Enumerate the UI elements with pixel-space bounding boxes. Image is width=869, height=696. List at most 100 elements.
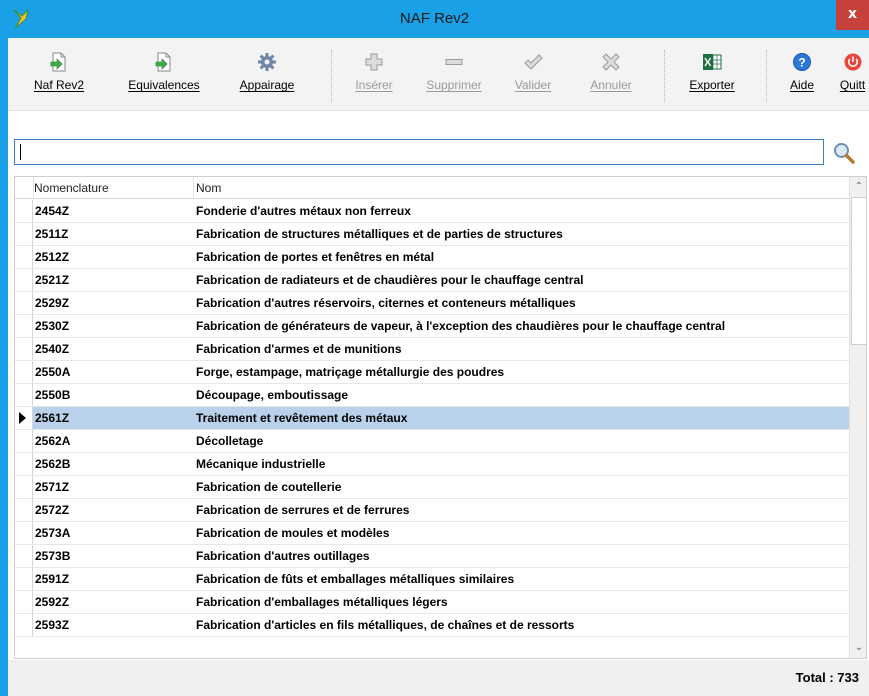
cell-nom[interactable]: Fabrication de serrures et de ferrures bbox=[196, 499, 849, 521]
table-row[interactable]: 2530Z Fabrication de générateurs de vapeu… bbox=[15, 315, 849, 338]
cell-nomenclature[interactable]: 2540Z bbox=[35, 338, 185, 360]
column-header-nom[interactable]: Nom bbox=[196, 177, 396, 199]
exporter-label: Exporter bbox=[689, 78, 735, 92]
cell-nomenclature[interactable]: 2591Z bbox=[35, 568, 185, 590]
cell-nom[interactable]: Décolletage bbox=[196, 430, 849, 452]
cell-nom[interactable]: Fabrication de moules et modèles bbox=[196, 522, 849, 544]
cell-nomenclature[interactable]: 2529Z bbox=[35, 292, 185, 314]
cell-nom[interactable]: Traitement et revêtement des métaux bbox=[196, 407, 849, 429]
table-row[interactable]: 2562B Mécanique industrielle bbox=[15, 453, 849, 476]
table-row[interactable]: 2573B Fabrication d'autres outillages bbox=[15, 545, 849, 568]
cell-nomenclature[interactable]: 2550A bbox=[35, 361, 185, 383]
row-header[interactable] bbox=[15, 430, 33, 452]
cell-nomenclature[interactable]: 2521Z bbox=[35, 269, 185, 291]
cell-nom[interactable]: Fonderie d'autres métaux non ferreux bbox=[196, 200, 849, 222]
table-row[interactable]: 2571Z Fabrication de coutellerie bbox=[15, 476, 849, 499]
cell-nomenclature[interactable]: 2573A bbox=[35, 522, 185, 544]
row-header[interactable] bbox=[15, 591, 33, 613]
cell-nom[interactable]: Fabrication de coutellerie bbox=[196, 476, 849, 498]
magnifier-icon[interactable] bbox=[832, 141, 856, 165]
table-row[interactable]: 2540Z Fabrication d'armes et de munitions bbox=[15, 338, 849, 361]
column-separator bbox=[193, 177, 194, 199]
cell-nomenclature[interactable]: 2561Z bbox=[35, 407, 185, 429]
cell-nom[interactable]: Fabrication d'autres outillages bbox=[196, 545, 849, 567]
row-header[interactable] bbox=[15, 269, 33, 291]
cell-nom[interactable]: Fabrication de radiateurs et de chaudièr… bbox=[196, 269, 849, 291]
scroll-down-icon[interactable]: ⌄ bbox=[850, 639, 866, 657]
aide-button[interactable]: ? Aide bbox=[784, 52, 820, 104]
search-input[interactable] bbox=[15, 140, 823, 164]
cell-nomenclature[interactable]: 2512Z bbox=[35, 246, 185, 268]
appairage-button[interactable]: Appairage bbox=[230, 52, 304, 104]
row-header[interactable] bbox=[15, 407, 33, 429]
quitter-button[interactable]: Quitt bbox=[836, 52, 869, 104]
table-row[interactable]: 2550A Forge, estampage, matriçage métallu… bbox=[15, 361, 849, 384]
table-row[interactable]: 2593Z Fabrication d'articles en fils méta… bbox=[15, 614, 849, 637]
annuler-label: Annuler bbox=[590, 78, 632, 92]
table-row[interactable]: 2454Z Fonderie d'autres métaux non ferreu… bbox=[15, 200, 849, 223]
table-row[interactable]: 2529Z Fabrication d'autres réservoirs, ci… bbox=[15, 292, 849, 315]
scroll-thumb[interactable] bbox=[851, 197, 866, 345]
column-header-nomenclature[interactable]: Nomenclature bbox=[34, 177, 194, 199]
table-row[interactable]: 2572Z Fabrication de serrures et de ferru… bbox=[15, 499, 849, 522]
row-header[interactable] bbox=[15, 246, 33, 268]
row-header[interactable] bbox=[15, 361, 33, 383]
vertical-scrollbar[interactable]: ⌃ ⌄ bbox=[849, 177, 866, 658]
row-header[interactable] bbox=[15, 200, 33, 222]
table-row[interactable]: 2511Z Fabrication de structures métalliqu… bbox=[15, 223, 849, 246]
cell-nom[interactable]: Fabrication de fûts et emballages métall… bbox=[196, 568, 849, 590]
window-title: NAF Rev2 bbox=[399, 10, 470, 27]
close-button[interactable]: x bbox=[836, 0, 869, 30]
cell-nom[interactable]: Fabrication de générateurs de vapeur, à … bbox=[196, 315, 849, 337]
table-row[interactable]: 2521Z Fabrication de radiateurs et de cha… bbox=[15, 269, 849, 292]
annuler-button[interactable]: Annuler bbox=[583, 52, 639, 104]
row-header[interactable] bbox=[15, 315, 33, 337]
table-row[interactable]: 2550B Découpage, emboutissage bbox=[15, 384, 849, 407]
inserer-button[interactable]: Insérer bbox=[348, 52, 400, 104]
naf-rev2-button[interactable]: Naf Rev2 bbox=[24, 52, 94, 104]
cell-nomenclature[interactable]: 2571Z bbox=[35, 476, 185, 498]
table-row[interactable]: 2592Z Fabrication d'emballages métallique… bbox=[15, 591, 849, 614]
cell-nom[interactable]: Fabrication de structures métalliques et… bbox=[196, 223, 849, 245]
row-header[interactable] bbox=[15, 223, 33, 245]
cell-nom[interactable]: Fabrication d'articles en fils métalliqu… bbox=[196, 614, 849, 636]
cell-nomenclature[interactable]: 2572Z bbox=[35, 499, 185, 521]
table-row[interactable]: 2512Z Fabrication de portes et fenêtres e… bbox=[15, 246, 849, 269]
row-header[interactable] bbox=[15, 476, 33, 498]
row-header[interactable] bbox=[15, 614, 33, 636]
cell-nomenclature[interactable]: 2530Z bbox=[35, 315, 185, 337]
table-row[interactable]: 2562A Décolletage bbox=[15, 430, 849, 453]
row-header[interactable] bbox=[15, 453, 33, 475]
cell-nomenclature[interactable]: 2454Z bbox=[35, 200, 185, 222]
cell-nom[interactable]: Mécanique industrielle bbox=[196, 453, 849, 475]
cell-nomenclature[interactable]: 2511Z bbox=[35, 223, 185, 245]
row-header[interactable] bbox=[15, 545, 33, 567]
cell-nom[interactable]: Fabrication de portes et fenêtres en mét… bbox=[196, 246, 849, 268]
row-header[interactable] bbox=[15, 384, 33, 406]
table-row[interactable]: 2591Z Fabrication de fûts et emballages m… bbox=[15, 568, 849, 591]
cell-nomenclature[interactable]: 2592Z bbox=[35, 591, 185, 613]
row-header[interactable] bbox=[15, 499, 33, 521]
equivalences-button[interactable]: Equivalences bbox=[118, 52, 210, 104]
aide-label: Aide bbox=[789, 78, 815, 92]
cell-nom[interactable]: Forge, estampage, matriçage métallurgie … bbox=[196, 361, 849, 383]
cell-nom[interactable]: Découpage, emboutissage bbox=[196, 384, 849, 406]
cell-nomenclature[interactable]: 2562A bbox=[35, 430, 185, 452]
cell-nom[interactable]: Fabrication d'emballages métalliques lég… bbox=[196, 591, 849, 613]
supprimer-button[interactable]: Supprimer bbox=[420, 52, 488, 104]
cell-nom[interactable]: Fabrication d'autres réservoirs, citerne… bbox=[196, 292, 849, 314]
cell-nomenclature[interactable]: 2550B bbox=[35, 384, 185, 406]
row-header[interactable] bbox=[15, 292, 33, 314]
table-row[interactable]: 2573A Fabrication de moules et modèles bbox=[15, 522, 849, 545]
cell-nomenclature[interactable]: 2573B bbox=[35, 545, 185, 567]
cell-nom[interactable]: Fabrication d'armes et de munitions bbox=[196, 338, 849, 360]
scroll-up-icon[interactable]: ⌃ bbox=[850, 178, 866, 196]
exporter-button[interactable]: Exporter bbox=[682, 52, 742, 104]
valider-button[interactable]: Valider bbox=[509, 52, 557, 104]
cell-nomenclature[interactable]: 2593Z bbox=[35, 614, 185, 636]
table-row[interactable]: 2561Z Traitement et revêtement des métaux bbox=[15, 407, 849, 430]
cell-nomenclature[interactable]: 2562B bbox=[35, 453, 185, 475]
row-header[interactable] bbox=[15, 568, 33, 590]
row-header[interactable] bbox=[15, 522, 33, 544]
row-header[interactable] bbox=[15, 338, 33, 360]
